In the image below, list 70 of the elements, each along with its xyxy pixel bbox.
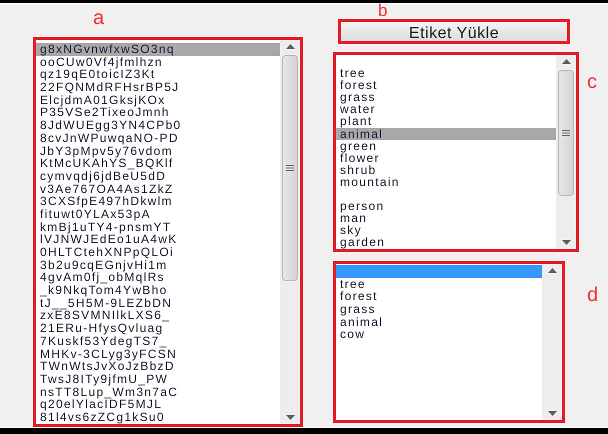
- list-item[interactable]: 4gvAm0fj_obMqlRs: [36, 271, 280, 284]
- scroll-up-icon[interactable]: [562, 59, 570, 64]
- list-item[interactable]: tree: [336, 67, 556, 80]
- list-item[interactable]: 7Kuskf53YdegTS7_: [36, 334, 280, 348]
- list-item[interactable]: _k9NkqTom4YwBho: [36, 284, 280, 297]
- list-item[interactable]: nsTT8Lup_Wm3n7aC: [36, 386, 280, 398]
- grip-icon: [562, 130, 570, 136]
- annotation-label: b: [378, 3, 388, 19]
- list-item[interactable]: q20elYlacIDF5MJL: [36, 398, 280, 411]
- list-item[interactable]: shrub: [336, 164, 556, 176]
- list-item[interactable]: qz19qE0toicIZ3Kt: [36, 68, 280, 82]
- scroll-down-icon[interactable]: [562, 240, 570, 245]
- scrollbar-thumb[interactable]: [282, 55, 298, 281]
- list-item[interactable]: plant: [336, 115, 556, 128]
- list-item[interactable]: kmBj1uTY4-pnsmYT: [36, 220, 280, 234]
- list-box[interactable]: tree forest grass water plant animal green flower shrub mountain person man sky garden: [333, 52, 579, 252]
- list-item[interactable]: animal: [336, 316, 542, 328]
- list-item[interactable]: mountain: [336, 176, 556, 188]
- list-item[interactable]: MHKv-3CLyg3yFCSN: [36, 348, 280, 360]
- list-item[interactable]: grass: [336, 91, 556, 104]
- list-item[interactable]: fituwt0YLAx53pA: [36, 208, 280, 221]
- list-box[interactable]: tree forest grass animal cow: [333, 261, 565, 423]
- list-item[interactable]: person: [336, 200, 556, 212]
- list-item[interactable]: 22FQNMdRFHsrBP5J: [36, 81, 280, 94]
- annotation-label: a: [93, 6, 106, 31]
- list-item[interactable]: green: [336, 140, 556, 152]
- list-item[interactable]: forest: [336, 290, 542, 304]
- list-item[interactable]: flower: [336, 152, 556, 164]
- list-item[interactable]: lVJNWJEdEo1uA4wK: [36, 233, 280, 246]
- list-item[interactable]: 0HLTCtehXNPpQLOi: [36, 246, 280, 259]
- list-item[interactable]: ooCUw0Vf4jfmlhzn: [36, 56, 280, 68]
- scroll-down-icon[interactable]: [548, 411, 556, 416]
- list-item[interactable]: water: [336, 103, 556, 116]
- list-item[interactable]: animal: [336, 128, 556, 140]
- list-item[interactable]: JbY3pMpv5y76vdom: [36, 144, 280, 158]
- list-item[interactable]: g8xNGvnwfxwSO3nq: [36, 43, 280, 56]
- list-item[interactable]: 3b2u9cqEGnjvHi1m: [36, 258, 280, 272]
- list-item[interactable]: ElcjdmA01GksjKOx: [36, 94, 280, 106]
- load-button[interactable]: Etiket Yükle: [338, 19, 570, 44]
- scrollbar-thumb[interactable]: [558, 70, 574, 196]
- list-item[interactable]: 3CXSfpE497hDkwlm: [36, 195, 280, 208]
- list-item[interactable]: 81l4vs6zZCg1kSu0: [36, 410, 280, 424]
- list-item[interactable]: TWnWtsJvXoJzBbzD: [36, 360, 280, 373]
- list-item[interactable]: tJ__5H5M-9LEZbDN: [36, 296, 280, 310]
- list-item[interactable]: tree: [336, 278, 542, 290]
- list-item[interactable]: v3Ae767OA4As1ZkZ: [36, 182, 280, 196]
- scroll-up-icon[interactable]: [286, 44, 294, 49]
- list-item[interactable]: TwsJ8ITy9jfmU_PW: [36, 372, 280, 386]
- list-item[interactable]: 8cvJnWPuwqaNO-PD: [36, 132, 280, 144]
- list-item[interactable]: sky: [336, 224, 556, 236]
- list-item[interactable]: garden: [336, 236, 556, 248]
- list-item[interactable]: forest: [336, 79, 556, 92]
- list-item[interactable]: zxE8SVMNIlkLXS6_: [36, 309, 280, 322]
- list-item[interactable]: grass: [336, 303, 542, 316]
- scrollbar[interactable]: [542, 264, 562, 420]
- annotation-label: c: [587, 72, 597, 92]
- list-item[interactable]: man: [336, 212, 556, 224]
- scroll-up-icon[interactable]: [548, 268, 556, 273]
- list-item[interactable]: KtMcUKAhYS_BQKlf: [36, 157, 280, 170]
- list-item[interactable]: P35VSe2TixeoJmnh: [36, 106, 280, 120]
- scrollbar[interactable]: [280, 40, 300, 424]
- scroll-down-icon[interactable]: [286, 415, 294, 420]
- list-item[interactable]: 21ERu-HfysQvluag: [36, 322, 280, 335]
- list-item[interactable]: cow: [336, 328, 542, 342]
- grip-icon: [286, 165, 294, 171]
- scrollbar[interactable]: [556, 55, 576, 249]
- list-box[interactable]: [33, 37, 303, 427]
- list-item[interactable]: cymvqdj6jdBeU5dD: [36, 170, 280, 183]
- list-item[interactable]: 8JdWUEgg3YN4CPb0: [36, 119, 280, 132]
- annotation-label: d: [587, 285, 598, 305]
